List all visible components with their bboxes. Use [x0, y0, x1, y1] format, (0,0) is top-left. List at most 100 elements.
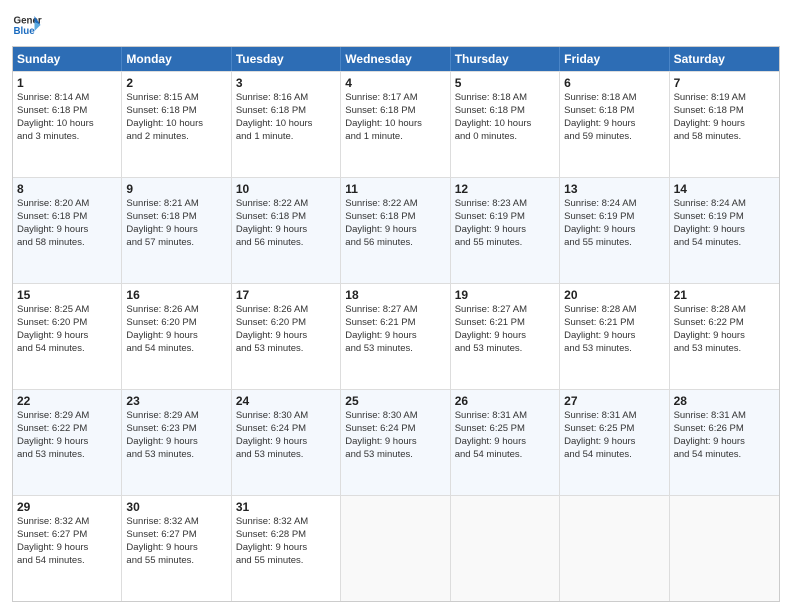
calendar-cell: 14Sunrise: 8:24 AMSunset: 6:19 PMDayligh… [670, 178, 779, 283]
cell-line: and 56 minutes. [345, 237, 445, 250]
cell-line: Daylight: 9 hours [17, 330, 117, 343]
cell-line: Sunrise: 8:27 AM [455, 304, 555, 317]
cell-line: Sunrise: 8:31 AM [564, 410, 664, 423]
cell-line: Sunrise: 8:18 AM [455, 92, 555, 105]
cell-line: Sunrise: 8:22 AM [236, 198, 336, 211]
cell-line: Sunrise: 8:16 AM [236, 92, 336, 105]
cell-line: Sunset: 6:21 PM [455, 317, 555, 330]
calendar-cell: 24Sunrise: 8:30 AMSunset: 6:24 PMDayligh… [232, 390, 341, 495]
calendar-header: SundayMondayTuesdayWednesdayThursdayFrid… [13, 47, 779, 71]
cell-line: Daylight: 9 hours [455, 224, 555, 237]
calendar-row: 15Sunrise: 8:25 AMSunset: 6:20 PMDayligh… [13, 283, 779, 389]
day-number: 27 [564, 393, 664, 409]
cell-line: and 54 minutes. [674, 237, 775, 250]
cell-line: Daylight: 9 hours [564, 118, 664, 131]
day-number: 31 [236, 499, 336, 515]
cell-line: Sunset: 6:18 PM [236, 211, 336, 224]
cell-line: Daylight: 9 hours [455, 436, 555, 449]
day-number: 22 [17, 393, 117, 409]
calendar-cell: 31Sunrise: 8:32 AMSunset: 6:28 PMDayligh… [232, 496, 341, 601]
cell-line: Daylight: 9 hours [674, 224, 775, 237]
cell-line: and 55 minutes. [236, 555, 336, 568]
cell-line: and 55 minutes. [126, 555, 226, 568]
calendar-cell: 29Sunrise: 8:32 AMSunset: 6:27 PMDayligh… [13, 496, 122, 601]
cell-line: and 58 minutes. [17, 237, 117, 250]
cell-line: Daylight: 9 hours [345, 436, 445, 449]
day-number: 18 [345, 287, 445, 303]
cell-line: Daylight: 10 hours [236, 118, 336, 131]
calendar-cell: 13Sunrise: 8:24 AMSunset: 6:19 PMDayligh… [560, 178, 669, 283]
cell-line: Sunrise: 8:24 AM [564, 198, 664, 211]
cell-line: Sunset: 6:22 PM [674, 317, 775, 330]
cell-line: Daylight: 9 hours [17, 224, 117, 237]
svg-text:Blue: Blue [14, 26, 36, 37]
cell-line: Sunrise: 8:14 AM [17, 92, 117, 105]
day-number: 25 [345, 393, 445, 409]
calendar-row: 8Sunrise: 8:20 AMSunset: 6:18 PMDaylight… [13, 177, 779, 283]
day-number: 24 [236, 393, 336, 409]
day-number: 11 [345, 181, 445, 197]
calendar-cell: 5Sunrise: 8:18 AMSunset: 6:18 PMDaylight… [451, 72, 560, 177]
weekday-header: Thursday [451, 47, 560, 71]
weekday-header: Saturday [670, 47, 779, 71]
cell-line: Sunrise: 8:23 AM [455, 198, 555, 211]
calendar-cell: 9Sunrise: 8:21 AMSunset: 6:18 PMDaylight… [122, 178, 231, 283]
cell-line: Sunrise: 8:15 AM [126, 92, 226, 105]
day-number: 30 [126, 499, 226, 515]
weekday-header: Monday [122, 47, 231, 71]
calendar-cell: 28Sunrise: 8:31 AMSunset: 6:26 PMDayligh… [670, 390, 779, 495]
cell-line: and 1 minute. [236, 131, 336, 144]
weekday-header: Friday [560, 47, 669, 71]
day-number: 2 [126, 75, 226, 91]
cell-line: and 53 minutes. [564, 343, 664, 356]
day-number: 13 [564, 181, 664, 197]
cell-line: Sunset: 6:19 PM [564, 211, 664, 224]
cell-line: Sunrise: 8:19 AM [674, 92, 775, 105]
cell-line: Sunrise: 8:24 AM [674, 198, 775, 211]
calendar-cell: 10Sunrise: 8:22 AMSunset: 6:18 PMDayligh… [232, 178, 341, 283]
day-number: 26 [455, 393, 555, 409]
weekday-header: Sunday [13, 47, 122, 71]
calendar-cell: 30Sunrise: 8:32 AMSunset: 6:27 PMDayligh… [122, 496, 231, 601]
calendar-cell: 21Sunrise: 8:28 AMSunset: 6:22 PMDayligh… [670, 284, 779, 389]
cell-line: Sunset: 6:23 PM [126, 423, 226, 436]
day-number: 12 [455, 181, 555, 197]
cell-line: Sunset: 6:18 PM [236, 105, 336, 118]
cell-line: and 2 minutes. [126, 131, 226, 144]
cell-line: and 55 minutes. [564, 237, 664, 250]
day-number: 1 [17, 75, 117, 91]
calendar-cell: 19Sunrise: 8:27 AMSunset: 6:21 PMDayligh… [451, 284, 560, 389]
cell-line: Sunset: 6:18 PM [126, 105, 226, 118]
calendar-cell [341, 496, 450, 601]
cell-line: Daylight: 9 hours [674, 330, 775, 343]
calendar-cell: 26Sunrise: 8:31 AMSunset: 6:25 PMDayligh… [451, 390, 560, 495]
logo-icon: General Blue [12, 10, 42, 40]
cell-line: and 54 minutes. [17, 555, 117, 568]
cell-line: Sunset: 6:20 PM [17, 317, 117, 330]
calendar-cell: 16Sunrise: 8:26 AMSunset: 6:20 PMDayligh… [122, 284, 231, 389]
cell-line: Sunset: 6:20 PM [236, 317, 336, 330]
day-number: 14 [674, 181, 775, 197]
calendar-cell: 4Sunrise: 8:17 AMSunset: 6:18 PMDaylight… [341, 72, 450, 177]
day-number: 7 [674, 75, 775, 91]
cell-line: and 53 minutes. [236, 343, 336, 356]
cell-line: Sunset: 6:24 PM [236, 423, 336, 436]
cell-line: Sunrise: 8:30 AM [236, 410, 336, 423]
cell-line: Sunset: 6:18 PM [126, 211, 226, 224]
cell-line: and 53 minutes. [236, 449, 336, 462]
cell-line: Sunrise: 8:18 AM [564, 92, 664, 105]
cell-line: Daylight: 9 hours [236, 330, 336, 343]
cell-line: Daylight: 9 hours [126, 542, 226, 555]
calendar-cell [451, 496, 560, 601]
calendar-cell: 20Sunrise: 8:28 AMSunset: 6:21 PMDayligh… [560, 284, 669, 389]
cell-line: Daylight: 10 hours [455, 118, 555, 131]
cell-line: Sunset: 6:21 PM [564, 317, 664, 330]
calendar-cell: 25Sunrise: 8:30 AMSunset: 6:24 PMDayligh… [341, 390, 450, 495]
cell-line: Sunset: 6:18 PM [345, 105, 445, 118]
cell-line: Daylight: 9 hours [674, 118, 775, 131]
cell-line: Sunset: 6:18 PM [345, 211, 445, 224]
cell-line: Sunrise: 8:32 AM [126, 516, 226, 529]
calendar-cell: 15Sunrise: 8:25 AMSunset: 6:20 PMDayligh… [13, 284, 122, 389]
day-number: 4 [345, 75, 445, 91]
cell-line: Sunset: 6:18 PM [17, 211, 117, 224]
